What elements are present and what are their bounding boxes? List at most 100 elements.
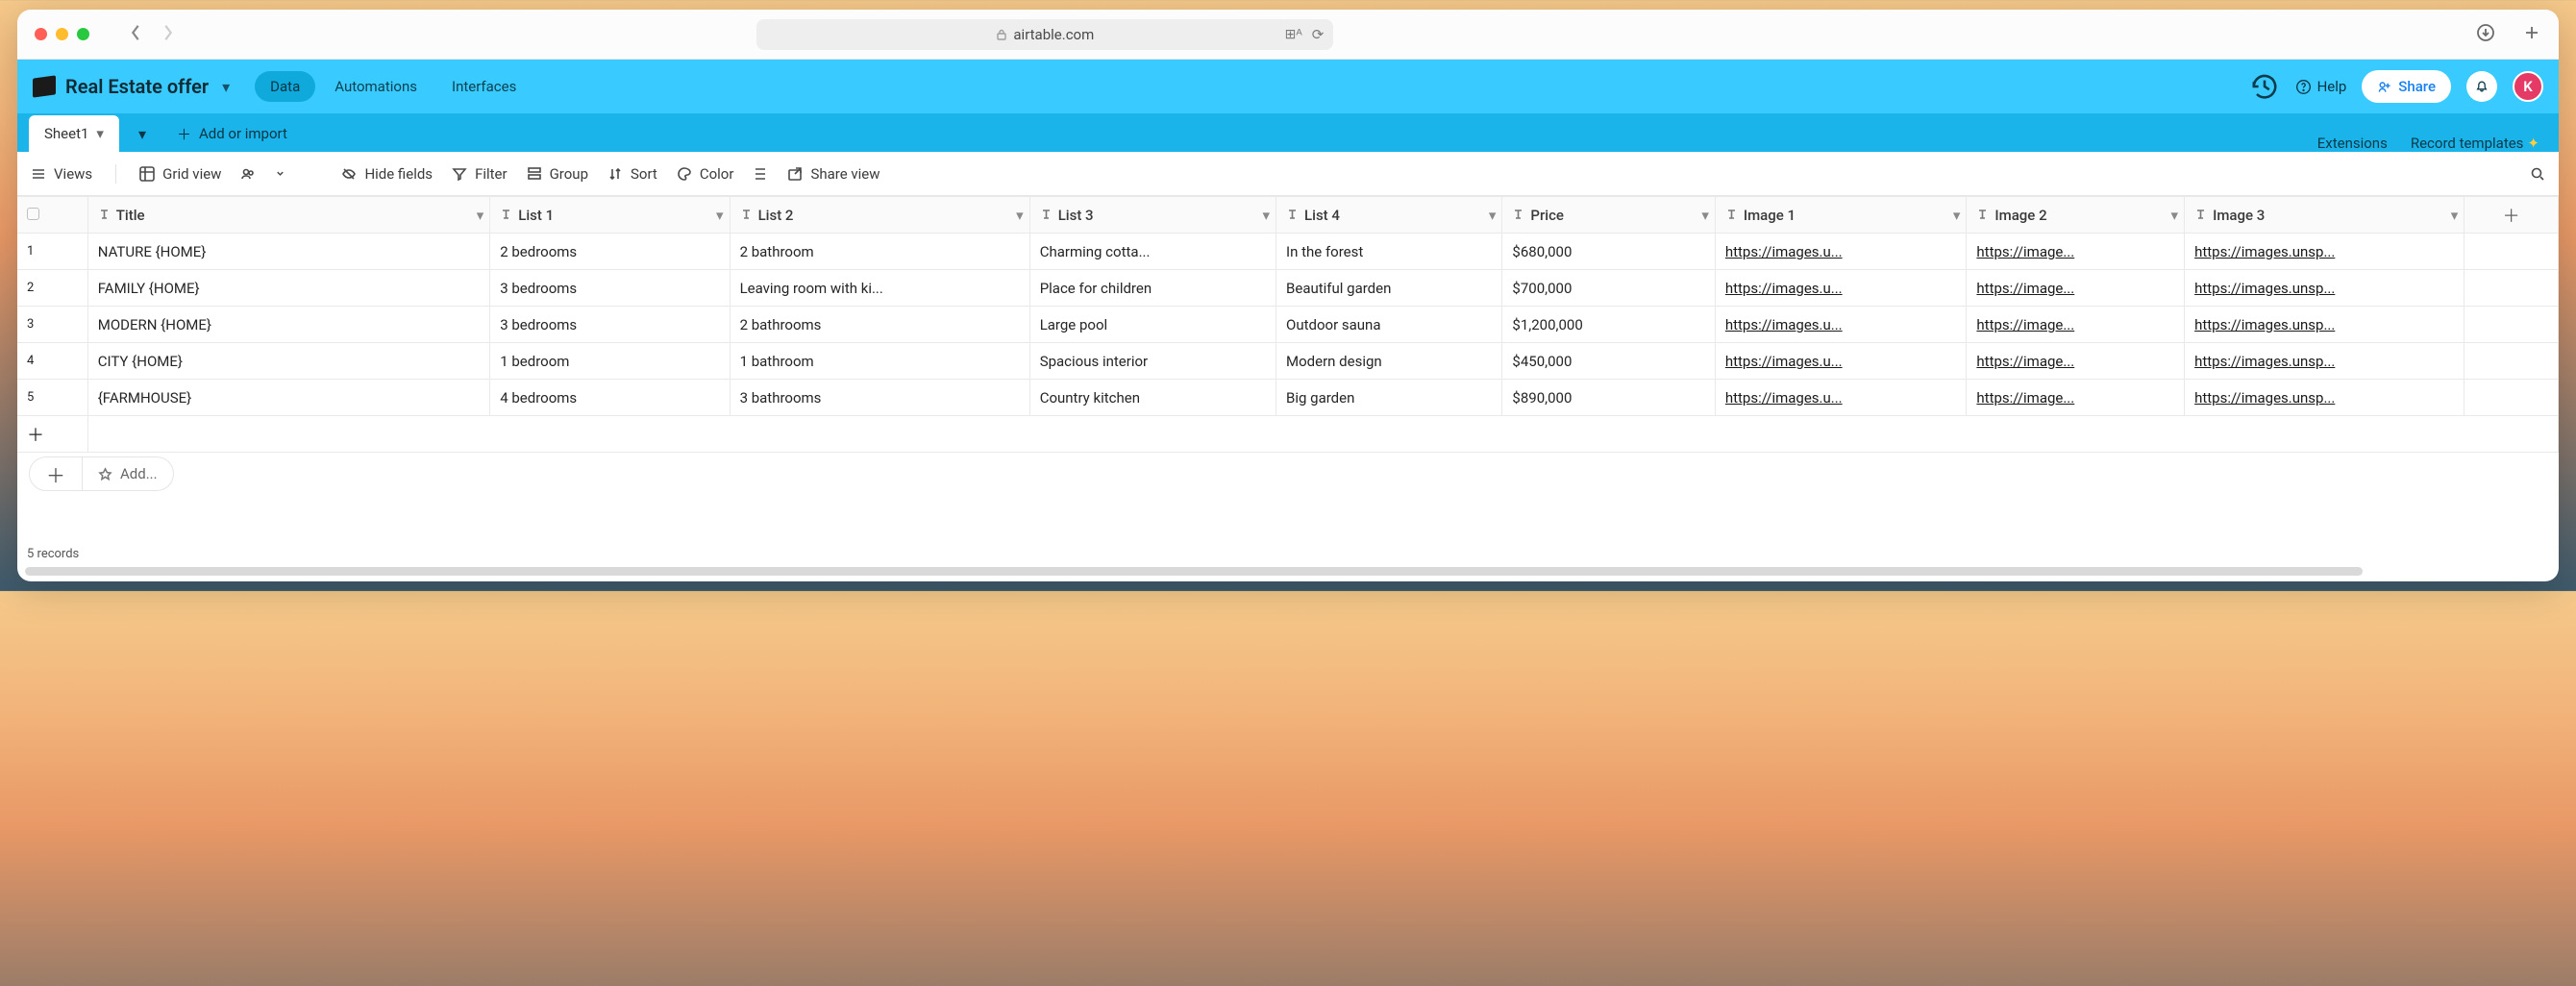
row-number[interactable]: 2 [17, 270, 87, 307]
tab-menu-button[interactable]: ▾ [125, 115, 160, 152]
airtable-logo-icon[interactable] [33, 75, 56, 97]
cell-list4[interactable]: Big garden [1276, 380, 1502, 416]
cell-list1[interactable]: 3 bedrooms [490, 270, 730, 307]
cell-image1[interactable]: https://images.u... [1715, 380, 1967, 416]
cell-price[interactable]: $700,000 [1502, 270, 1715, 307]
cell-image2[interactable]: https://image... [1967, 307, 2185, 343]
cell-list1[interactable]: 1 bedroom [490, 343, 730, 380]
cell-price[interactable]: $680,000 [1502, 234, 1715, 270]
extensions-button[interactable]: Extensions [2317, 135, 2388, 152]
cell-price[interactable]: $890,000 [1502, 380, 1715, 416]
cell-empty[interactable] [2465, 380, 2559, 416]
column-list1[interactable]: List 1▾ [490, 197, 730, 234]
row-number[interactable]: 1 [17, 234, 87, 270]
nav-data[interactable]: Data [255, 71, 315, 102]
address-bar[interactable]: airtable.com ⊞ᴬ ⟳ [756, 19, 1333, 50]
cell-empty[interactable] [2465, 307, 2559, 343]
chevron-down-icon[interactable]: ▾ [2451, 207, 2459, 224]
history-icon[interactable] [2249, 71, 2280, 102]
add-record-button[interactable]: ＋ [29, 456, 83, 491]
row-number[interactable]: 4 [17, 343, 87, 380]
column-image3[interactable]: Image 3▾ [2185, 197, 2465, 234]
chevron-down-icon[interactable]: ▾ [2171, 207, 2179, 224]
cell-image2[interactable]: https://image... [1967, 270, 2185, 307]
nav-automations[interactable]: Automations [319, 71, 433, 102]
cell-price[interactable]: $450,000 [1502, 343, 1715, 380]
maximize-window-button[interactable] [77, 28, 89, 40]
column-image2[interactable]: Image 2▾ [1967, 197, 2185, 234]
chevron-down-icon[interactable]: ▾ [1701, 207, 1709, 224]
select-all-checkbox[interactable] [17, 197, 87, 234]
grid-area[interactable]: Title▾ List 1▾ List 2▾ List 3▾ List 4▾ P… [17, 196, 2559, 545]
record-templates-button[interactable]: Record templates ✦ [2411, 135, 2539, 152]
chevron-down-icon[interactable]: ▾ [1262, 207, 1270, 224]
nav-interfaces[interactable]: Interfaces [436, 71, 532, 102]
cell-list4[interactable]: Modern design [1276, 343, 1502, 380]
group-button[interactable]: Group [527, 165, 588, 183]
cell-image3[interactable]: https://images.unsp... [2185, 270, 2465, 307]
filter-button[interactable]: Filter [452, 165, 508, 183]
add-column-button[interactable]: ＋ [2465, 197, 2559, 234]
add-record-options-button[interactable]: Add... [83, 456, 174, 491]
table-row[interactable]: 5{FARMHOUSE}4 bedrooms3 bathroomsCountry… [17, 380, 2559, 416]
view-menu-chevron-icon[interactable] [275, 165, 285, 183]
share-view-button[interactable]: Share view [787, 165, 879, 183]
column-list4[interactable]: List 4▾ [1276, 197, 1502, 234]
chevron-down-icon[interactable]: ▾ [1489, 207, 1497, 224]
chevron-down-icon[interactable]: ▾ [477, 207, 484, 224]
column-title[interactable]: Title▾ [87, 197, 489, 234]
cell-list4[interactable]: Outdoor sauna [1276, 307, 1502, 343]
table-row[interactable]: 3MODERN {HOME}3 bedrooms2 bathroomsLarge… [17, 307, 2559, 343]
forward-button[interactable] [162, 24, 174, 45]
new-tab-button[interactable] [2522, 23, 2541, 46]
cell-list3[interactable]: Spacious interior [1029, 343, 1276, 380]
column-list2[interactable]: List 2▾ [730, 197, 1029, 234]
cell-image2[interactable]: https://image... [1967, 343, 2185, 380]
table-row[interactable]: 2FAMILY {HOME}3 bedroomsLeaving room wit… [17, 270, 2559, 307]
cell-list2[interactable]: Leaving room with ki... [730, 270, 1029, 307]
cell-image2[interactable]: https://image... [1967, 380, 2185, 416]
column-list3[interactable]: List 3▾ [1029, 197, 1276, 234]
close-window-button[interactable] [35, 28, 47, 40]
row-height-button[interactable] [753, 166, 768, 182]
cell-list2[interactable]: 3 bathrooms [730, 380, 1029, 416]
cell-list2[interactable]: 1 bathroom [730, 343, 1029, 380]
cell-image1[interactable]: https://images.u... [1715, 234, 1967, 270]
tab-sheet1[interactable]: Sheet1 ▾ [29, 115, 119, 152]
base-name[interactable]: Real Estate offer [65, 75, 209, 98]
cell-list1[interactable]: 2 bedrooms [490, 234, 730, 270]
column-price[interactable]: Price▾ [1502, 197, 1715, 234]
cell-list2[interactable]: 2 bathroom [730, 234, 1029, 270]
cell-empty[interactable] [2465, 343, 2559, 380]
cell-list1[interactable]: 3 bedrooms [490, 307, 730, 343]
notifications-button[interactable] [2466, 71, 2497, 102]
downloads-icon[interactable] [2476, 23, 2495, 46]
horizontal-scrollbar[interactable] [25, 567, 2363, 576]
base-menu-chevron-icon[interactable]: ▾ [222, 78, 230, 96]
cell-image2[interactable]: https://image... [1967, 234, 2185, 270]
cell-list1[interactable]: 4 bedrooms [490, 380, 730, 416]
cell-title[interactable]: {FARMHOUSE} [87, 380, 489, 416]
sort-button[interactable]: Sort [607, 165, 657, 183]
back-button[interactable] [130, 24, 141, 45]
cell-image3[interactable]: https://images.unsp... [2185, 380, 2465, 416]
cell-title[interactable]: FAMILY {HOME} [87, 270, 489, 307]
cell-image1[interactable]: https://images.u... [1715, 343, 1967, 380]
help-button[interactable]: Help [2295, 78, 2347, 95]
cell-title[interactable]: NATURE {HOME} [87, 234, 489, 270]
views-button[interactable]: Views [31, 165, 92, 183]
cell-empty[interactable] [2465, 270, 2559, 307]
cell-empty[interactable] [2465, 234, 2559, 270]
share-button[interactable]: Share [2362, 70, 2451, 103]
hide-fields-button[interactable]: Hide fields [341, 165, 433, 183]
row-number[interactable]: 5 [17, 380, 87, 416]
add-or-import-button[interactable]: ＋ Add or import [165, 115, 299, 152]
cell-list3[interactable]: Country kitchen [1029, 380, 1276, 416]
cell-title[interactable]: CITY {HOME} [87, 343, 489, 380]
cell-list2[interactable]: 2 bathrooms [730, 307, 1029, 343]
cell-image1[interactable]: https://images.u... [1715, 270, 1967, 307]
reload-icon[interactable]: ⟳ [1312, 26, 1325, 43]
table-row[interactable]: 4CITY {HOME}1 bedroom1 bathroomSpacious … [17, 343, 2559, 380]
translate-icon[interactable]: ⊞ᴬ [1285, 26, 1302, 43]
cell-list4[interactable]: Beautiful garden [1276, 270, 1502, 307]
